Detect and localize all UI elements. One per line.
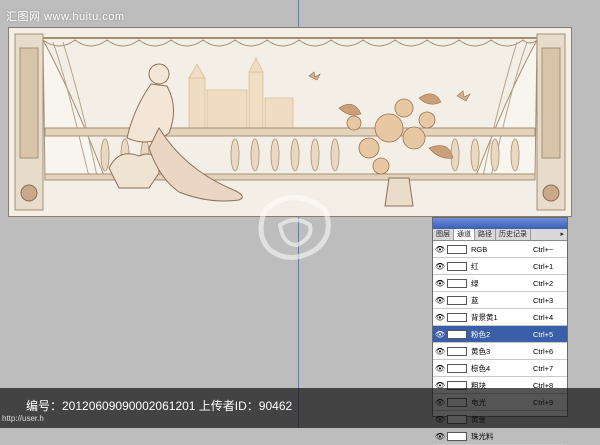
channel-row[interactable]: 👁 红 Ctrl+1: [433, 258, 567, 275]
eye-icon[interactable]: 👁: [433, 279, 447, 288]
channel-thumbnail: [447, 261, 467, 271]
status-url: http://user.h: [2, 414, 44, 423]
channel-row[interactable]: 👁 绿 Ctrl+2: [433, 275, 567, 292]
channel-thumbnail: [447, 312, 467, 322]
channel-name: 棕色4: [471, 363, 491, 373]
tab-layers[interactable]: 图层: [433, 229, 454, 240]
channel-name: 背景黄1: [471, 312, 498, 322]
eye-icon[interactable]: 👁: [433, 347, 447, 356]
eye-icon[interactable]: 👁: [433, 296, 447, 305]
eye-icon[interactable]: 👁: [433, 330, 447, 339]
channel-shortcut: Ctrl+5: [533, 329, 554, 339]
channel-name: 红: [471, 261, 479, 271]
channel-shortcut: Ctrl+7: [533, 363, 554, 373]
channel-name: 绿: [471, 278, 479, 288]
channel-shortcut: Ctrl+1: [533, 261, 554, 271]
channel-thumbnail: [447, 431, 467, 441]
logo-watermark: [258, 195, 331, 260]
channel-row[interactable]: 👁 黄色3 Ctrl+6: [433, 343, 567, 360]
channel-name: 珠光料: [471, 431, 494, 441]
site-watermark: 汇图网 www.huitu.com: [6, 11, 125, 23]
channel-shortcut: Ctrl+3: [533, 295, 554, 305]
channel-name: 粉色2: [471, 329, 491, 339]
channel-thumbnail: [447, 295, 467, 305]
channel-row[interactable]: 👁 棕色4 Ctrl+7: [433, 360, 567, 377]
channel-thumbnail: [447, 363, 467, 373]
document-artwork[interactable]: [8, 27, 572, 217]
tab-channels[interactable]: 通道: [454, 229, 475, 240]
channel-name: RGB: [471, 244, 488, 254]
channel-shortcut: Ctrl+~: [533, 244, 554, 254]
channel-shortcut: Ctrl+4: [533, 312, 554, 322]
channels-panel[interactable]: 图层 通道 路径 历史记录 ▸ 👁 RGB Ctrl+~ 👁 红 Ctrl+1 👁 绿 Ctrl…: [432, 217, 568, 445]
channel-row[interactable]: 👁 粉色2 Ctrl+5: [433, 326, 567, 343]
channel-shortcut: Ctrl+6: [533, 346, 554, 356]
panel-tabs: 图层 通道 路径 历史记录 ▸: [433, 229, 567, 241]
eye-icon[interactable]: 👁: [433, 262, 447, 271]
upload-info: 编号：20120609090002061201 上传者ID：90462: [26, 399, 293, 413]
channel-thumbnail: [447, 329, 467, 339]
channel-row[interactable]: 👁 背景黄1 Ctrl+4: [433, 309, 567, 326]
eye-icon[interactable]: 👁: [433, 245, 447, 254]
channel-thumbnail: [447, 244, 467, 254]
eye-icon[interactable]: 👁: [433, 364, 447, 373]
eye-icon[interactable]: 👁: [433, 432, 447, 441]
channel-thumbnail: [447, 346, 467, 356]
channel-row[interactable]: 👁 蓝 Ctrl+3: [433, 292, 567, 309]
panel-menu-arrow-icon[interactable]: ▸: [557, 229, 567, 240]
channel-thumbnail: [447, 278, 467, 288]
channel-row[interactable]: 👁 珠光料: [433, 428, 567, 445]
tab-paths[interactable]: 路径: [475, 229, 496, 240]
artwork-illustration: [9, 28, 571, 216]
channel-shortcut: Ctrl+2: [533, 278, 554, 288]
tab-history[interactable]: 历史记录: [496, 229, 531, 240]
eye-icon[interactable]: 👁: [433, 313, 447, 322]
channel-name: 蓝: [471, 295, 479, 305]
channel-name: 黄色3: [471, 346, 491, 356]
panel-titlebar[interactable]: [433, 218, 567, 229]
channel-row[interactable]: 👁 RGB Ctrl+~: [433, 241, 567, 258]
